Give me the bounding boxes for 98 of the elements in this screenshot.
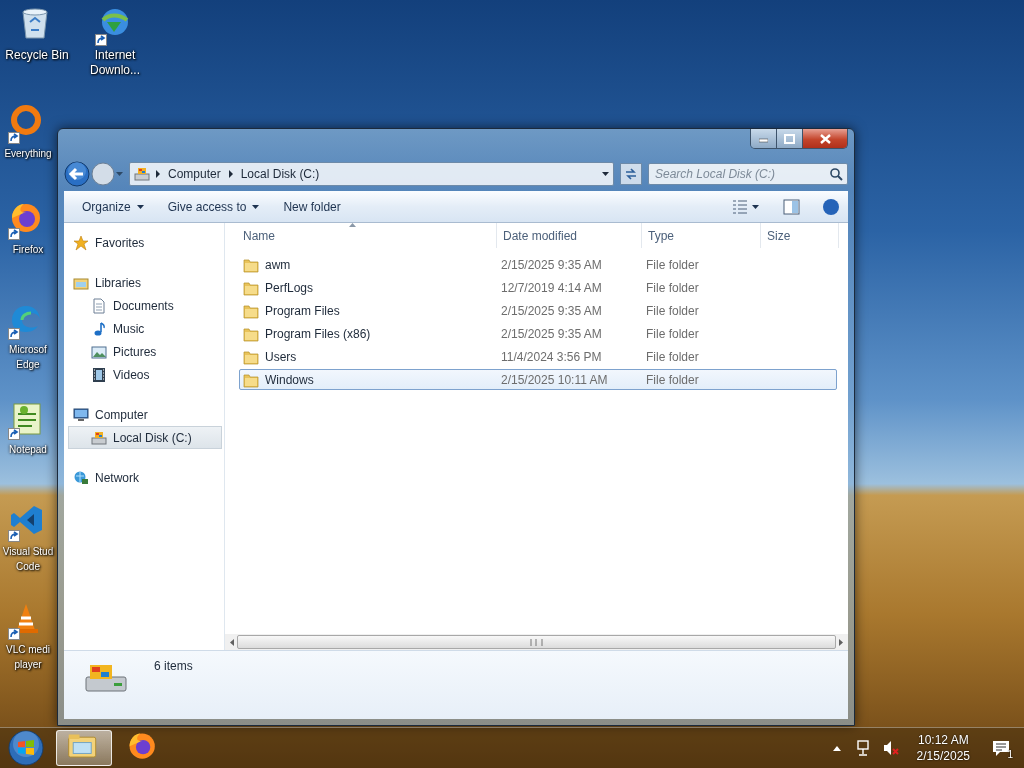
clock-date[interactable]: 2/15/2025 [916,748,970,764]
breadcrumb[interactable]: Local Disk (C:) [238,167,322,181]
refresh-icon [623,166,639,182]
file-name: awm [265,257,291,272]
address-bar[interactable]: Computer Local Disk (C:) [129,162,614,186]
network-icon[interactable] [856,740,871,756]
film-icon [91,366,107,383]
folder-icon [243,371,259,388]
speaker-muted-icon[interactable] [882,740,899,756]
type-cell-text: File folder [645,257,700,272]
nav-item[interactable]: Documents [68,294,222,317]
file-row[interactable]: Windows 2/15/2025 10:11 AM File folder [239,369,837,390]
desktop-icon-label[interactable]: Downlo... [90,63,140,78]
column-header[interactable]: Type [642,223,761,248]
desktop-icon-label[interactable]: Recycle Bin [5,48,69,63]
date-cell-text: 2/15/2025 10:11 AM [500,372,609,387]
date-cell-text: 12/7/2019 4:14 AM [500,280,603,295]
grip-icon [530,638,543,646]
caret-icon[interactable] [752,204,759,209]
close-icon [819,133,831,144]
type-cell-text: File folder [645,349,700,364]
type-cell-text: File folder [645,326,700,341]
maximize-icon [784,133,795,144]
column-header[interactable]: Date modified [497,223,642,248]
clock-time[interactable]: 10:12 AM [917,732,969,748]
show-hidden-icons-icon[interactable] [832,745,841,751]
folder-icon [243,279,259,296]
search-box[interactable]: Search Local Disk (C:) [648,163,848,185]
desktop-icon-label[interactable]: Edge [16,357,40,372]
search-field[interactable]: Search Local Disk (C:) [653,166,829,182]
type-cell-text: File folder [645,372,700,387]
folder-icon [243,325,259,342]
date-cell-text: 2/15/2025 9:35 AM [500,257,603,272]
file-row[interactable]: Program Files (x86) 2/15/2025 9:35 AM File folder [239,323,837,344]
file-name: Users [265,349,297,364]
sort-arrow-icon [349,223,356,227]
desktop-icon-label[interactable]: Microsof [9,342,47,357]
type-cell-text: File folder [645,280,700,295]
refresh-button[interactable] [620,163,642,185]
taskbar-button[interactable] [56,730,112,766]
start-button-icon[interactable] [8,730,44,766]
date-cell-text: 2/15/2025 9:35 AM [500,303,603,318]
chevron-icon[interactable] [156,170,160,178]
drive-icon [91,429,107,446]
file-name: Windows [265,372,314,387]
column-header[interactable]: Size [761,223,839,248]
preview-pane-icon[interactable] [783,198,800,215]
desktop-icon-label[interactable]: Internet [94,48,136,63]
drive-icon [84,663,128,693]
item-count: 6 items [154,659,193,673]
chevron-icon[interactable] [228,170,233,178]
folder-icon [243,256,259,273]
file-row[interactable]: PerfLogs 12/7/2019 4:14 AM File folder [239,277,837,298]
notification-count: 1 [1007,748,1013,760]
scroll-left-icon[interactable] [229,638,235,646]
breadcrumb[interactable]: Computer [166,167,223,181]
folder-icon [243,348,259,365]
close-button[interactable] [803,129,847,148]
minimize-button[interactable] [751,129,777,148]
nav-item[interactable]: Videos [68,363,222,386]
desktop-icon-label[interactable]: Everything [4,146,52,161]
toolbar-button[interactable]: Give access to [157,194,270,219]
maximize-button[interactable] [777,129,803,148]
message-icon[interactable] [992,739,1010,757]
nav-item[interactable]: Computer [68,403,222,426]
type-cell-text: File folder [645,303,700,318]
search-icon [829,167,843,181]
scrollbar-thumb[interactable] [237,635,836,649]
file-row[interactable]: Program Files 2/15/2025 9:35 AM File folder [239,300,837,321]
date-cell-text: 11/4/2024 3:56 PM [500,349,603,364]
toolbar-button[interactable]: New folder [273,194,351,219]
desktop-icon-label[interactable]: player [14,657,42,672]
file-row[interactable]: awm 2/15/2025 9:35 AM File folder [239,254,837,275]
date-cell-text: 2/15/2025 9:35 AM [500,326,603,341]
folder-icon [243,302,259,319]
file-name: Program Files (x86) [265,326,371,341]
file-name: PerfLogs [265,280,314,295]
desktop-icon-label[interactable]: VLC medi [6,642,50,657]
file-row[interactable]: Users 11/4/2024 3:56 PM File folder [239,346,837,367]
star-icon [73,234,89,251]
nav-item[interactable]: Libraries [68,271,222,294]
picture-icon [91,343,107,360]
globe-icon [73,469,89,486]
back-button-icon[interactable] [64,161,90,187]
nav-item[interactable]: Network [68,466,222,489]
desktop-icon-label[interactable]: Firefox [12,242,44,257]
nav-item[interactable]: Local Disk (C:) [68,426,222,449]
document-icon [91,297,107,314]
nav-item[interactable]: Pictures [68,340,222,363]
scroll-right-icon[interactable] [838,638,844,646]
file-name: Program Files [265,303,340,318]
nav-item[interactable]: Music [68,317,222,340]
column-header[interactable]: Name [237,223,497,248]
dropdown-caret-icon[interactable] [602,172,609,176]
drive-icon [134,166,150,182]
toolbar-button[interactable]: Organize [72,194,154,219]
computer-icon [73,406,89,423]
nav-item[interactable]: Favorites [68,231,222,254]
